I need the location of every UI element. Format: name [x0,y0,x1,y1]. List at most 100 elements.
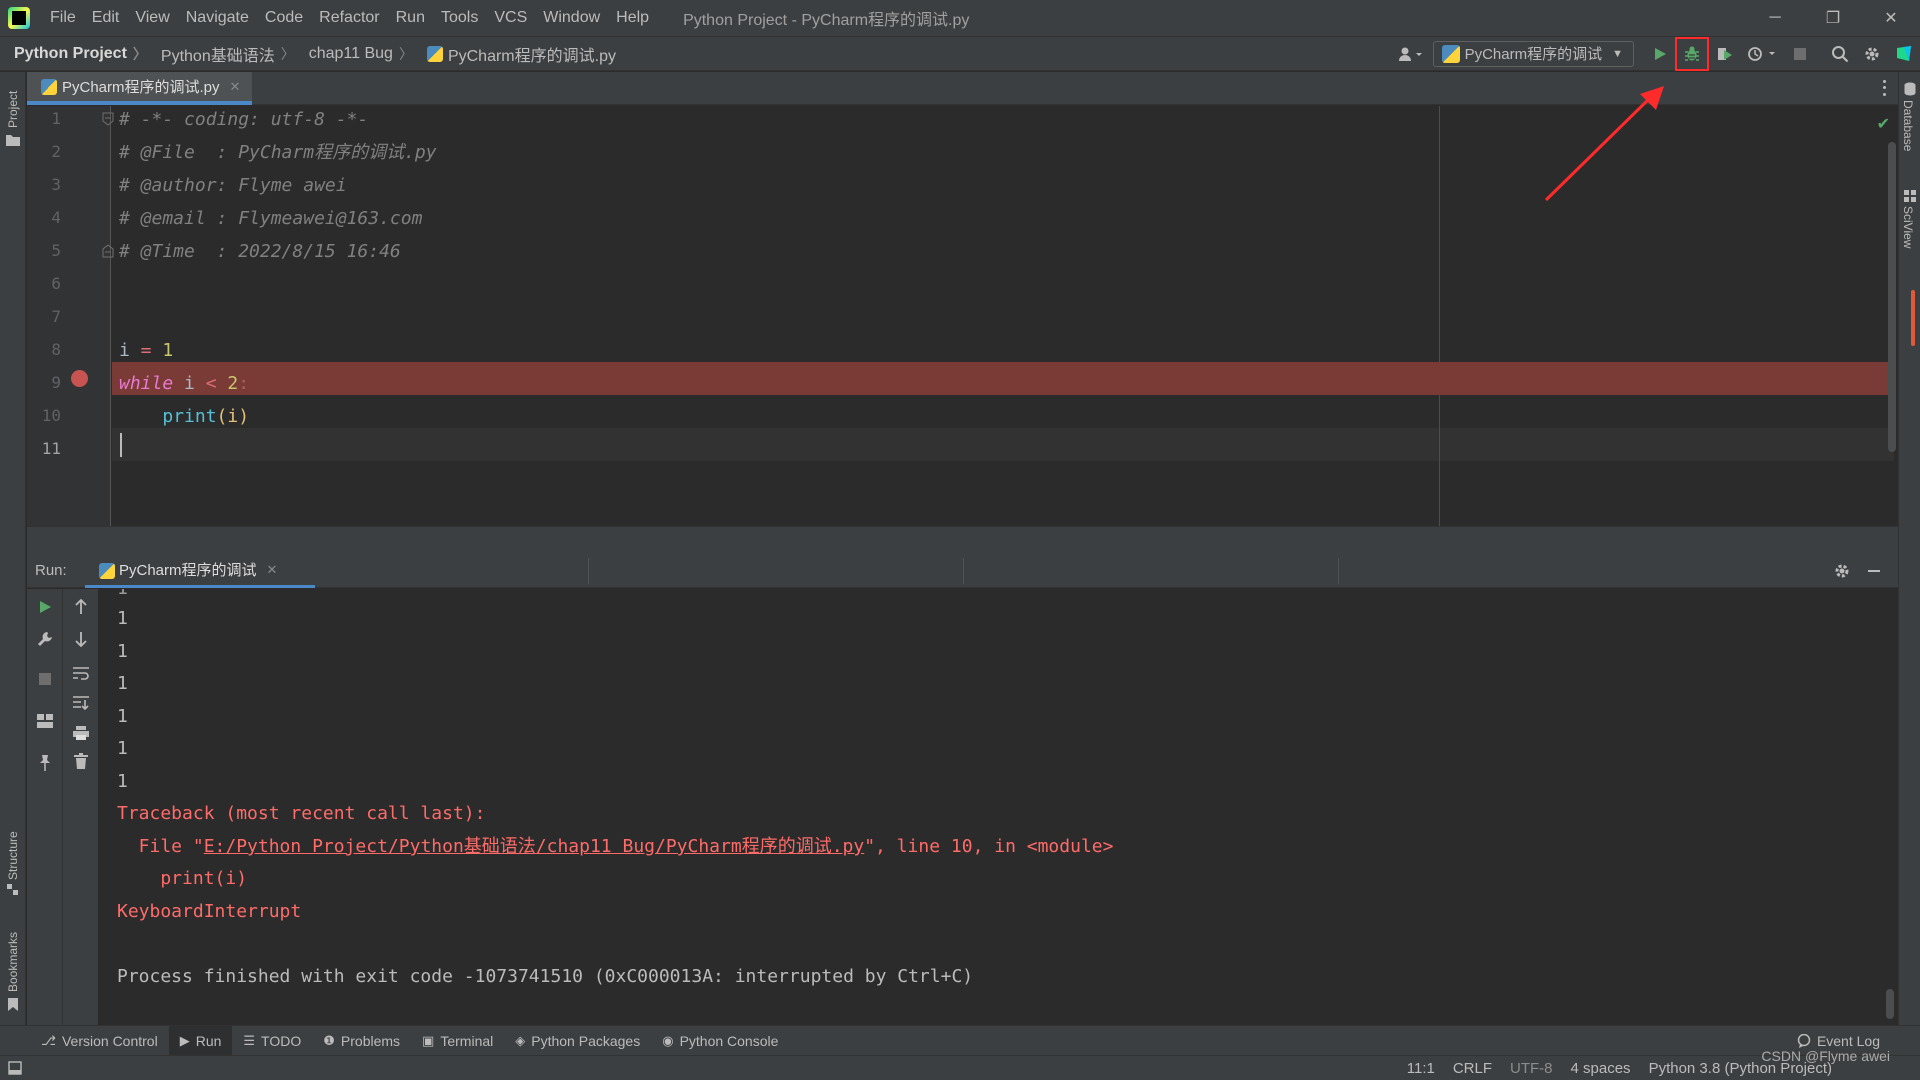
tool-python-console[interactable]: ◉ Python Console [651,1026,789,1056]
menu-code[interactable]: Code [257,0,311,36]
trash-icon[interactable] [63,747,99,775]
traceback-file-prefix: File " [117,836,204,857]
user-icon[interactable] [1391,40,1431,68]
minimize-button[interactable]: ─ [1746,0,1804,36]
menu-tools[interactable]: Tools [433,0,486,36]
python-icon [1441,44,1460,63]
editor-scrollbar[interactable] [1888,142,1896,452]
arrow-down-icon[interactable] [63,625,99,653]
menu-navigate[interactable]: Navigate [178,0,257,36]
stop-icon[interactable] [1786,40,1814,68]
more-options-icon[interactable] [1878,78,1890,98]
traceback-file-link[interactable]: E:/Python Project/Python基础语法/chap11 Bug/… [204,836,865,857]
tool-windows-icon[interactable] [8,1061,22,1075]
editor-gutter[interactable]: 1 2 3 4 5 6 7 8 9 10 11 [27,106,114,526]
tool-problems[interactable]: ❶ Problems [312,1026,411,1056]
code-line-comment: # @File : PyCharm程序的调试.py [119,142,437,163]
breadcrumb-label: Python基础语法 [160,47,275,65]
run-tab-active[interactable]: PyCharm程序的调试 ✕ [85,554,315,588]
line-separator[interactable]: CRLF [1453,1060,1492,1077]
bookmark-icon [8,998,18,1011]
menu-view[interactable]: View [127,0,177,36]
code-token-operator: = [129,340,163,361]
tool-label: Python Packages [531,1032,641,1049]
panel-splitter[interactable] [27,526,1898,554]
soft-wrap-icon[interactable] [63,659,99,687]
menu-refactor[interactable]: Refactor [311,0,387,36]
menu-run[interactable]: Run [388,0,433,36]
breadcrumb-subfolder[interactable]: chap11 Bug 〉 [295,44,413,64]
profile-icon[interactable] [1742,40,1782,68]
gear-icon[interactable] [1858,40,1886,68]
sciview-tool-button[interactable]: SciView [1899,190,1920,290]
run-panel-label: Run: [35,562,67,579]
arrow-up-icon[interactable] [63,593,99,621]
event-log-label: Event Log [1816,1033,1880,1049]
menu-vcs[interactable]: VCS [486,0,535,36]
debug-icon[interactable] [1675,36,1709,71]
print-icon[interactable] [63,719,99,747]
menu-window[interactable]: Window [535,0,608,36]
menu-edit[interactable]: Edit [84,0,128,36]
problems-icon: ❶ [323,1032,335,1048]
code-token-ident: i [119,340,130,361]
traceback-file-line: File "E:/Python Project/Python基础语法/chap1… [117,831,1114,863]
line-number: 4 [51,208,61,227]
tool-terminal[interactable]: ▣ Terminal [411,1026,504,1056]
list-icon: ☰ [243,1032,256,1048]
scroll-to-end-icon[interactable] [63,689,99,717]
terminal-icon: ▣ [422,1032,435,1048]
gear-icon[interactable] [1828,557,1856,585]
rerun-icon[interactable] [27,593,63,621]
run-configuration-select[interactable]: PyCharm程序的调试 ▼ [1432,40,1634,67]
fold-start-icon[interactable] [102,112,114,126]
project-tool-button[interactable]: Project [0,78,26,148]
window-title: Python Project - PyCharm程序的调试.py [683,12,970,29]
breadcrumb-file[interactable]: PyCharm程序的调试.py [413,42,616,66]
close-button[interactable]: ✕ [1862,0,1920,36]
structure-tool-button[interactable]: Structure [0,812,26,898]
menu-help[interactable]: Help [608,0,657,36]
close-icon[interactable]: ✕ [267,562,278,578]
run-icon[interactable] [1646,40,1674,68]
editor-tab-active[interactable]: PyCharm程序的调试.py ✕ [27,72,252,105]
pycharm-logo-icon [8,7,30,29]
file-encoding[interactable]: UTF-8 [1510,1060,1553,1077]
code-token-number: 2 [216,373,239,394]
tool-label: Version Control [61,1032,158,1049]
minimize-panel-icon[interactable] [1860,557,1888,585]
fold-end-icon[interactable] [102,244,114,258]
caret-position[interactable]: 11:1 [1407,1060,1435,1077]
bookmarks-tool-button[interactable]: Bookmarks [0,914,26,1014]
database-tool-button[interactable]: Database [1899,82,1920,172]
line-number: 5 [51,241,61,260]
breadcrumb-project[interactable]: Python Project 〉 [0,44,147,64]
divider [588,558,589,584]
console-output-line: 1 [117,641,128,662]
pin-icon[interactable] [27,749,63,777]
console-scrollbar[interactable] [1886,989,1894,1019]
right-margin-guide [1439,106,1440,526]
layout-icon[interactable] [27,707,63,735]
divider [963,558,964,584]
jetbrains-toolbox-icon[interactable] [1890,40,1918,68]
close-icon[interactable]: ✕ [230,79,241,95]
tool-todo[interactable]: ☰ TODO [232,1026,312,1056]
wrench-icon[interactable] [27,625,63,653]
tool-run[interactable]: ▶ Run [168,1025,233,1056]
breakpoint-icon[interactable] [71,370,88,387]
indent-setting[interactable]: 4 spaces [1571,1060,1631,1077]
menu-file[interactable]: File [42,0,84,36]
stop-icon[interactable] [27,665,63,693]
tool-python-packages[interactable]: ◈ Python Packages [504,1026,651,1056]
restore-button[interactable]: ❐ [1804,0,1862,36]
tool-version-control[interactable]: ⎇ Version Control [30,1026,169,1056]
run-console[interactable]: 1 1 1 1 1 1 1 Traceback (most recent cal… [100,589,1898,1025]
coverage-icon[interactable] [1710,40,1738,68]
checkmark-icon[interactable]: ✔ [1877,114,1890,134]
search-icon[interactable] [1826,40,1854,68]
breadcrumb-folder[interactable]: Python基础语法〉 [147,42,295,66]
tool-label: TODO [261,1032,302,1049]
line-number: 9 [51,373,61,392]
grid-icon [1904,190,1916,202]
